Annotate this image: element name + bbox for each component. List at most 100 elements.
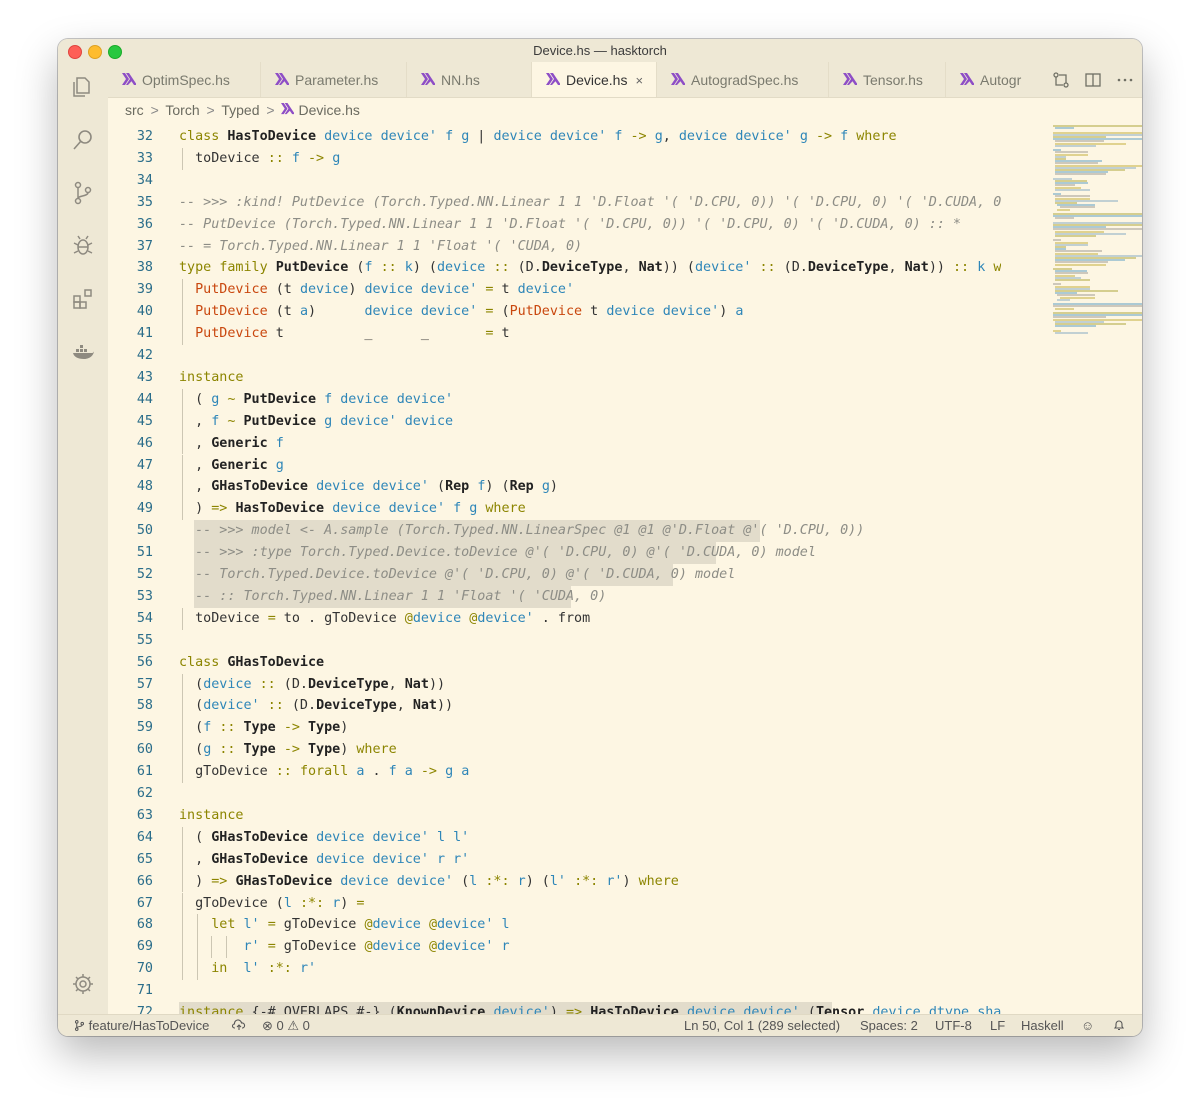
line-number-gutter: 32 33 34 35 36 37 38 39 40 41 42 43 44 45 46 47 48 49 50 51… <box>108 122 154 1014</box>
code-line[interactable]: (g :: Type -> Type) where <box>179 739 397 761</box>
docker-icon[interactable] <box>71 340 95 364</box>
encoding-setting[interactable]: UTF-8 <box>935 1015 972 1036</box>
breadcrumb: src > Torch > Typed > Device.hs <box>108 98 1142 122</box>
code-line[interactable]: type family PutDevice (f :: k) (device :… <box>179 257 1001 279</box>
code-line[interactable]: (device :: (D.DeviceType, Nat)) <box>179 674 445 696</box>
code-line[interactable]: in l' :*: r' <box>179 958 316 980</box>
open-changes-icon[interactable] <box>1052 71 1070 89</box>
haskell-icon <box>281 103 296 115</box>
line-number: 40 <box>136 304 153 320</box>
tab-optimspec[interactable]: OptimSpec.hs <box>108 62 261 97</box>
code-line[interactable]: class GHasToDevice <box>179 652 324 674</box>
haskell-icon <box>546 73 560 85</box>
explorer-icon[interactable] <box>71 75 95 99</box>
code-line[interactable]: -- Torch.Typed.Device.toDevice @'( 'D.CP… <box>179 564 735 586</box>
branch-indicator[interactable]: feature/HasToDevice <box>74 1015 209 1036</box>
haskell-icon <box>122 73 136 85</box>
more-actions-icon[interactable] <box>1116 71 1134 89</box>
code-line[interactable]: let l' = gToDevice @device @device' l <box>179 914 509 936</box>
line-number: 41 <box>136 326 153 342</box>
debug-icon[interactable] <box>71 234 95 258</box>
haskell-icon <box>275 73 289 85</box>
code-line[interactable]: gToDevice :: forall a . f a -> g a <box>179 761 469 783</box>
code-line[interactable]: , f ~ PutDevice g device' device <box>179 411 453 433</box>
tab-tensor[interactable]: Tensor.hs <box>829 62 946 97</box>
code-line[interactable]: instance <box>179 805 244 827</box>
line-number: 37 <box>136 238 153 254</box>
minimap-line <box>1054 279 1091 281</box>
minimap[interactable] <box>1053 122 1142 1014</box>
close-tab-icon[interactable]: × <box>635 63 643 97</box>
code-line[interactable]: -- PutDevice (Torch.Typed.NN.Linear 1 1 … <box>179 214 961 236</box>
code-line[interactable]: toDevice :: f -> g <box>179 148 340 170</box>
source-control-icon[interactable] <box>71 181 95 205</box>
indent-guide <box>182 761 183 783</box>
error-count: 0 <box>276 1018 284 1033</box>
code-line[interactable]: -- >>> :kind! PutDevice (Torch.Typed.NN.… <box>179 192 1001 214</box>
breadcrumb-item-src[interactable]: src <box>125 102 144 118</box>
code-editor[interactable]: 32 33 34 35 36 37 38 39 40 41 42 43 44 45 46 47 48 49 50 51… <box>108 122 1142 1014</box>
gear-icon[interactable] <box>71 972 95 996</box>
code-area[interactable]: class HasToDevice device device' f g | d… <box>179 122 1001 1014</box>
code-line[interactable]: , GHasToDevice device device' r r' <box>179 849 469 871</box>
split-editor-icon[interactable] <box>1084 71 1102 89</box>
code-line[interactable]: r' = gToDevice @device @device' r <box>179 936 510 958</box>
line-number: 63 <box>136 807 153 823</box>
line-number: 67 <box>136 895 153 911</box>
code-line[interactable]: -- :: Torch.Typed.NN.Linear 1 1 'Float '… <box>179 586 606 608</box>
eol-setting[interactable]: LF <box>990 1015 1005 1036</box>
extensions-icon[interactable] <box>71 287 95 311</box>
code-line[interactable]: PutDevice t _ _ = t <box>179 323 509 345</box>
sync-icon[interactable] <box>231 1015 246 1036</box>
indent-guide <box>182 958 183 981</box>
minimize-window-button[interactable] <box>88 45 102 59</box>
code-line[interactable]: ) => GHasToDevice device device' (l :*: … <box>179 871 679 893</box>
line-number: 36 <box>136 216 153 232</box>
code-line[interactable]: -- >>> :type Torch.Typed.Device.toDevice… <box>179 542 816 564</box>
breadcrumb-item-typed[interactable]: Typed <box>221 102 259 118</box>
search-icon[interactable] <box>71 128 95 152</box>
minimap-line <box>1054 325 1096 328</box>
code-line[interactable]: instance {-# OVERLAPS #-} (KnownDevice d… <box>179 1002 1001 1014</box>
code-line[interactable]: PutDevice (t a) device device' = (PutDev… <box>179 301 743 323</box>
code-line[interactable]: (device' :: (D.DeviceType, Nat)) <box>179 695 453 717</box>
cursor-position[interactable]: Ln 50, Col 1 (289 selected) <box>684 1015 840 1036</box>
code-line[interactable]: class HasToDevice device device' f g | d… <box>179 126 897 148</box>
zoom-window-button[interactable] <box>108 45 122 59</box>
code-line[interactable]: instance <box>179 367 244 389</box>
indent-guide <box>182 695 183 718</box>
feedback-icon[interactable]: ☺ <box>1081 1015 1094 1036</box>
breadcrumb-item-torch[interactable]: Torch <box>165 102 199 118</box>
code-line[interactable]: ) => HasToDevice device device' f g wher… <box>179 498 526 520</box>
code-line[interactable]: (f :: Type -> Type) <box>179 717 348 739</box>
tab-parameter[interactable]: Parameter.hs <box>261 62 407 97</box>
tab-device[interactable]: Device.hs × <box>532 62 657 97</box>
indentation-setting[interactable]: Spaces: 2 <box>860 1015 918 1036</box>
code-line[interactable]: , Generic f <box>179 433 284 455</box>
line-number: 66 <box>136 873 153 889</box>
language-mode[interactable]: Haskell <box>1021 1015 1064 1036</box>
code-line[interactable]: , GHasToDevice device device' (Rep f) (R… <box>179 476 558 498</box>
line-number: 68 <box>136 917 153 933</box>
code-line[interactable]: ( g ~ PutDevice f device device' <box>179 389 453 411</box>
code-line[interactable]: PutDevice (t device) device device' = t … <box>179 279 574 301</box>
code-line[interactable]: -- >>> model <- A.sample (Torch.Typed.NN… <box>179 520 864 542</box>
breadcrumb-item-file[interactable]: Device.hs <box>298 102 359 118</box>
code-line[interactable]: , Generic g <box>179 455 284 477</box>
notifications-icon[interactable] <box>1113 1015 1125 1036</box>
tab-nn[interactable]: NN.hs <box>407 62 532 97</box>
line-number: 51 <box>136 545 153 561</box>
code-line[interactable]: -- = Torch.Typed.NN.Linear 1 1 'Float '(… <box>179 236 582 258</box>
tab-autograd-truncated[interactable]: Autogr <box>946 62 1046 97</box>
code-line[interactable]: gToDevice (l :*: r) = <box>179 893 364 915</box>
code-line[interactable]: toDevice = to . gToDevice @device @devic… <box>179 608 590 630</box>
line-number: 33 <box>136 150 153 166</box>
code-line[interactable]: ( GHasToDevice device device' l l' <box>179 827 469 849</box>
line-number: 47 <box>136 457 153 473</box>
close-window-button[interactable] <box>68 45 82 59</box>
minimap-line <box>1054 144 1096 147</box>
line-number: 58 <box>136 698 153 714</box>
tab-autogradspec[interactable]: AutogradSpec.hs <box>657 62 829 97</box>
minimap-line <box>1056 208 1071 211</box>
problems-indicator[interactable]: ⊗ 0 ⚠ 0 <box>262 1015 310 1036</box>
